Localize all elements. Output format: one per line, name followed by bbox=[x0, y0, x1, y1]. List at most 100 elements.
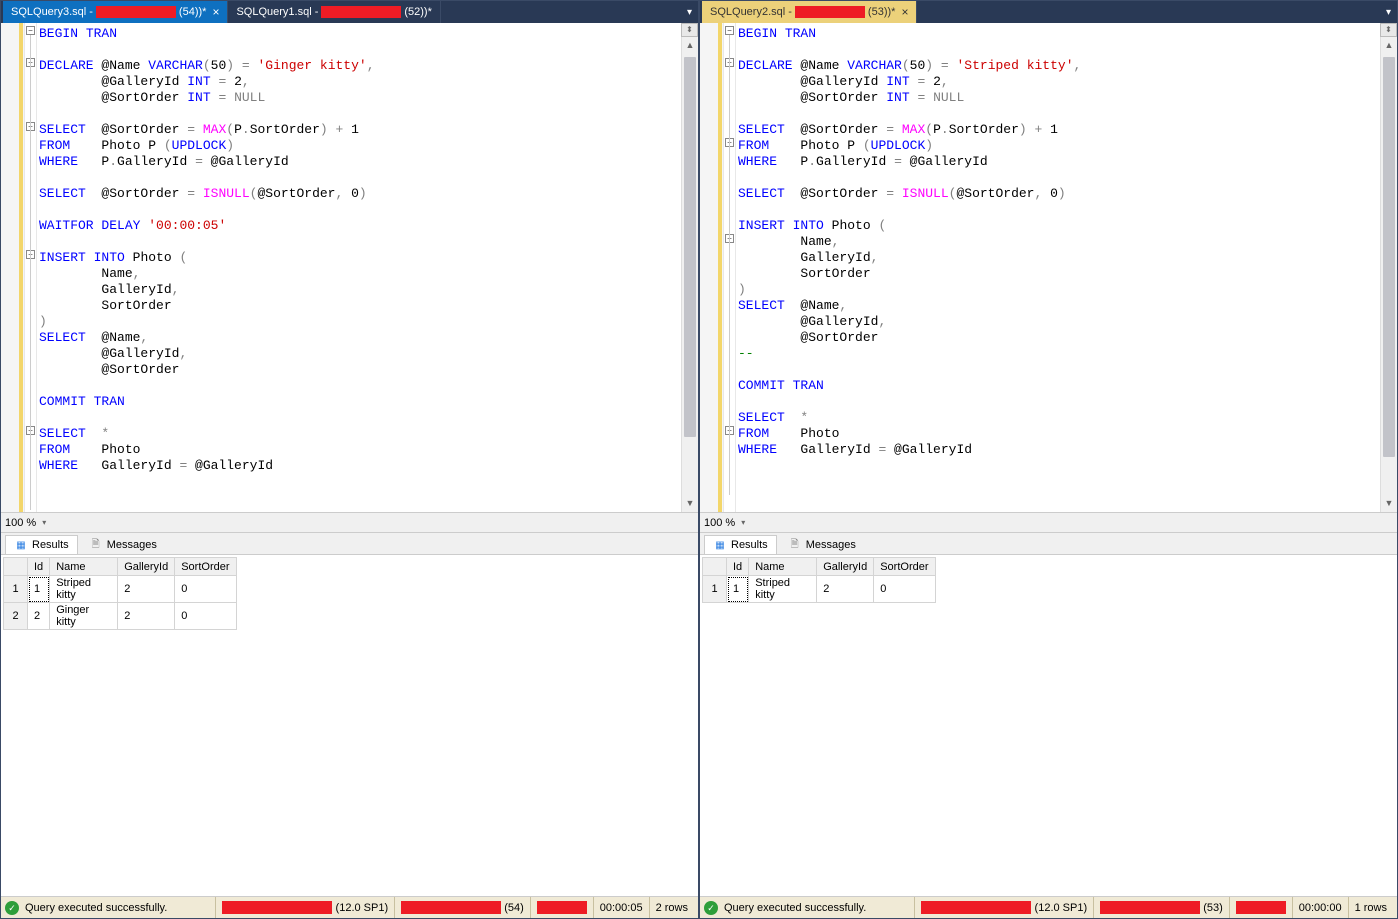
change-marker bbox=[718, 23, 722, 512]
grid-cell[interactable]: Ginger kitty bbox=[50, 603, 118, 630]
zoom-bar: 100 % ▾ bbox=[1, 513, 698, 533]
status-user: (53) bbox=[1093, 897, 1229, 918]
status-db bbox=[1229, 897, 1292, 918]
split-window-icon[interactable]: ⬍ bbox=[1380, 23, 1397, 37]
left-editor[interactable]: − − − − − BEGIN TRAN DECLARE @Name VARCH… bbox=[1, 23, 698, 513]
fold-toggle-icon[interactable]: − bbox=[26, 26, 35, 35]
scroll-up-icon[interactable]: ▲ bbox=[1381, 37, 1397, 54]
messages-tab[interactable]: 🗎 Messages bbox=[80, 535, 166, 554]
status-bar: ✓ Query executed successfully. (12.0 SP1… bbox=[1, 896, 698, 918]
grid-header[interactable]: Id bbox=[28, 558, 50, 576]
right-editor[interactable]: − − − − − BEGIN TRAN DECLARE @Name VARCH… bbox=[700, 23, 1397, 513]
grid-corner bbox=[703, 558, 727, 576]
status-user: (54) bbox=[394, 897, 530, 918]
change-marker bbox=[19, 23, 23, 512]
scroll-up-icon[interactable]: ▲ bbox=[682, 37, 698, 54]
tab-label-suffix: (52))* bbox=[404, 6, 432, 18]
status-db bbox=[530, 897, 593, 918]
tab-label-prefix: SQLQuery1.sql - bbox=[236, 6, 318, 18]
tab-sqlquery1[interactable]: SQLQuery1.sql - (52))* bbox=[228, 1, 440, 23]
table-row[interactable]: 1 1 Striped kitty 2 0 bbox=[4, 576, 237, 603]
results-grid: Id Name GalleryId SortOrder 1 1 Striped … bbox=[702, 557, 936, 603]
grid-cell[interactable]: Striped kitty bbox=[749, 576, 817, 603]
results-grid: Id Name GalleryId SortOrder 1 1 Striped … bbox=[3, 557, 237, 630]
table-row[interactable]: 1 1 Striped kitty 2 0 bbox=[703, 576, 936, 603]
scroll-down-icon[interactable]: ▼ bbox=[1381, 495, 1397, 512]
code-area[interactable]: BEGIN TRAN DECLARE @Name VARCHAR(50) = '… bbox=[37, 23, 681, 512]
scroll-down-icon[interactable]: ▼ bbox=[682, 495, 698, 512]
vertical-scrollbar[interactable]: ⬍ ▲ ▼ bbox=[1380, 23, 1397, 512]
grid-header[interactable]: GalleryId bbox=[118, 558, 175, 576]
split-window-icon[interactable]: ⬍ bbox=[681, 23, 698, 37]
editor-gutter bbox=[1, 23, 25, 512]
zoom-dropdown-icon[interactable]: ▾ bbox=[42, 518, 46, 527]
vertical-scrollbar[interactable]: ⬍ ▲ ▼ bbox=[681, 23, 698, 512]
status-time: 00:00:00 bbox=[1292, 897, 1348, 918]
row-number: 2 bbox=[4, 603, 28, 630]
grid-header[interactable]: Name bbox=[50, 558, 118, 576]
grid-corner bbox=[4, 558, 28, 576]
grid-header-row: Id Name GalleryId SortOrder bbox=[703, 558, 936, 576]
tab-overflow-dropdown-icon[interactable]: ▾ bbox=[687, 7, 692, 18]
results-tab[interactable]: ▦ Results bbox=[5, 535, 78, 554]
success-icon: ✓ bbox=[5, 901, 19, 915]
code-area[interactable]: BEGIN TRAN DECLARE @Name VARCHAR(50) = '… bbox=[736, 23, 1380, 512]
redacted-block bbox=[401, 901, 501, 914]
zoom-bar: 100 % ▾ bbox=[700, 513, 1397, 533]
close-icon[interactable]: × bbox=[212, 5, 219, 19]
redacted-block bbox=[96, 6, 176, 18]
right-pane: SQLQuery2.sql - (53))* × ▾ − − − − − BEG… bbox=[699, 0, 1398, 919]
status-bar: ✓ Query executed successfully. (12.0 SP1… bbox=[700, 896, 1397, 918]
row-number: 1 bbox=[4, 576, 28, 603]
grid-cell[interactable]: 2 bbox=[817, 576, 874, 603]
grid-header-row: Id Name GalleryId SortOrder bbox=[4, 558, 237, 576]
grid-cell[interactable]: 2 bbox=[28, 603, 50, 630]
grid-header[interactable]: GalleryId bbox=[817, 558, 874, 576]
messages-tab[interactable]: 🗎 Messages bbox=[779, 535, 865, 554]
zoom-dropdown-icon[interactable]: ▾ bbox=[741, 518, 745, 527]
redacted-block bbox=[321, 6, 401, 18]
grid-cell[interactable]: 2 bbox=[118, 603, 175, 630]
grid-header[interactable]: Id bbox=[727, 558, 749, 576]
grid-header[interactable]: Name bbox=[749, 558, 817, 576]
close-icon[interactable]: × bbox=[901, 5, 908, 19]
fold-column: − − − − − bbox=[724, 23, 736, 512]
scrollbar-thumb[interactable] bbox=[1383, 57, 1395, 457]
fold-column: − − − − − bbox=[25, 23, 37, 512]
grid-icon: ▦ bbox=[713, 538, 727, 552]
grid-cell[interactable]: 0 bbox=[175, 603, 236, 630]
grid-icon: ▦ bbox=[14, 538, 28, 552]
table-row[interactable]: 2 2 Ginger kitty 2 0 bbox=[4, 603, 237, 630]
redacted-block bbox=[537, 901, 587, 914]
zoom-value: 100 % bbox=[704, 517, 735, 529]
grid-header[interactable]: SortOrder bbox=[175, 558, 236, 576]
grid-cell[interactable]: 1 bbox=[727, 576, 749, 603]
results-grid-area[interactable]: Id Name GalleryId SortOrder 1 1 Striped … bbox=[700, 555, 1397, 896]
tab-overflow-dropdown-icon[interactable]: ▾ bbox=[1386, 7, 1391, 18]
fold-guide bbox=[30, 35, 31, 510]
left-pane: SQLQuery3.sql - (54))* × SQLQuery1.sql -… bbox=[0, 0, 699, 919]
results-tab[interactable]: ▦ Results bbox=[704, 535, 777, 554]
redacted-block bbox=[1100, 901, 1200, 914]
status-time: 00:00:05 bbox=[593, 897, 649, 918]
grid-header[interactable]: SortOrder bbox=[874, 558, 935, 576]
scrollbar-thumb[interactable] bbox=[684, 57, 696, 437]
redacted-block bbox=[795, 6, 865, 18]
results-tabs: ▦ Results 🗎 Messages bbox=[1, 533, 698, 555]
grid-cell[interactable]: 2 bbox=[118, 576, 175, 603]
grid-cell[interactable]: 0 bbox=[874, 576, 935, 603]
tab-label-prefix: SQLQuery2.sql - bbox=[710, 6, 792, 18]
tab-sqlquery3[interactable]: SQLQuery3.sql - (54))* × bbox=[3, 1, 228, 23]
grid-cell[interactable]: Striped kitty bbox=[50, 576, 118, 603]
tab-sqlquery2[interactable]: SQLQuery2.sql - (53))* × bbox=[702, 1, 917, 23]
fold-toggle-icon[interactable]: − bbox=[725, 26, 734, 35]
status-rows: 1 rows bbox=[1348, 897, 1393, 918]
zoom-value: 100 % bbox=[5, 517, 36, 529]
results-grid-area[interactable]: Id Name GalleryId SortOrder 1 1 Striped … bbox=[1, 555, 698, 896]
success-icon: ✓ bbox=[704, 901, 718, 915]
status-server: (12.0 SP1) bbox=[914, 897, 1093, 918]
message-icon: 🗎 bbox=[788, 538, 802, 552]
grid-cell[interactable]: 1 bbox=[28, 576, 50, 603]
fold-guide bbox=[729, 35, 730, 495]
grid-cell[interactable]: 0 bbox=[175, 576, 236, 603]
